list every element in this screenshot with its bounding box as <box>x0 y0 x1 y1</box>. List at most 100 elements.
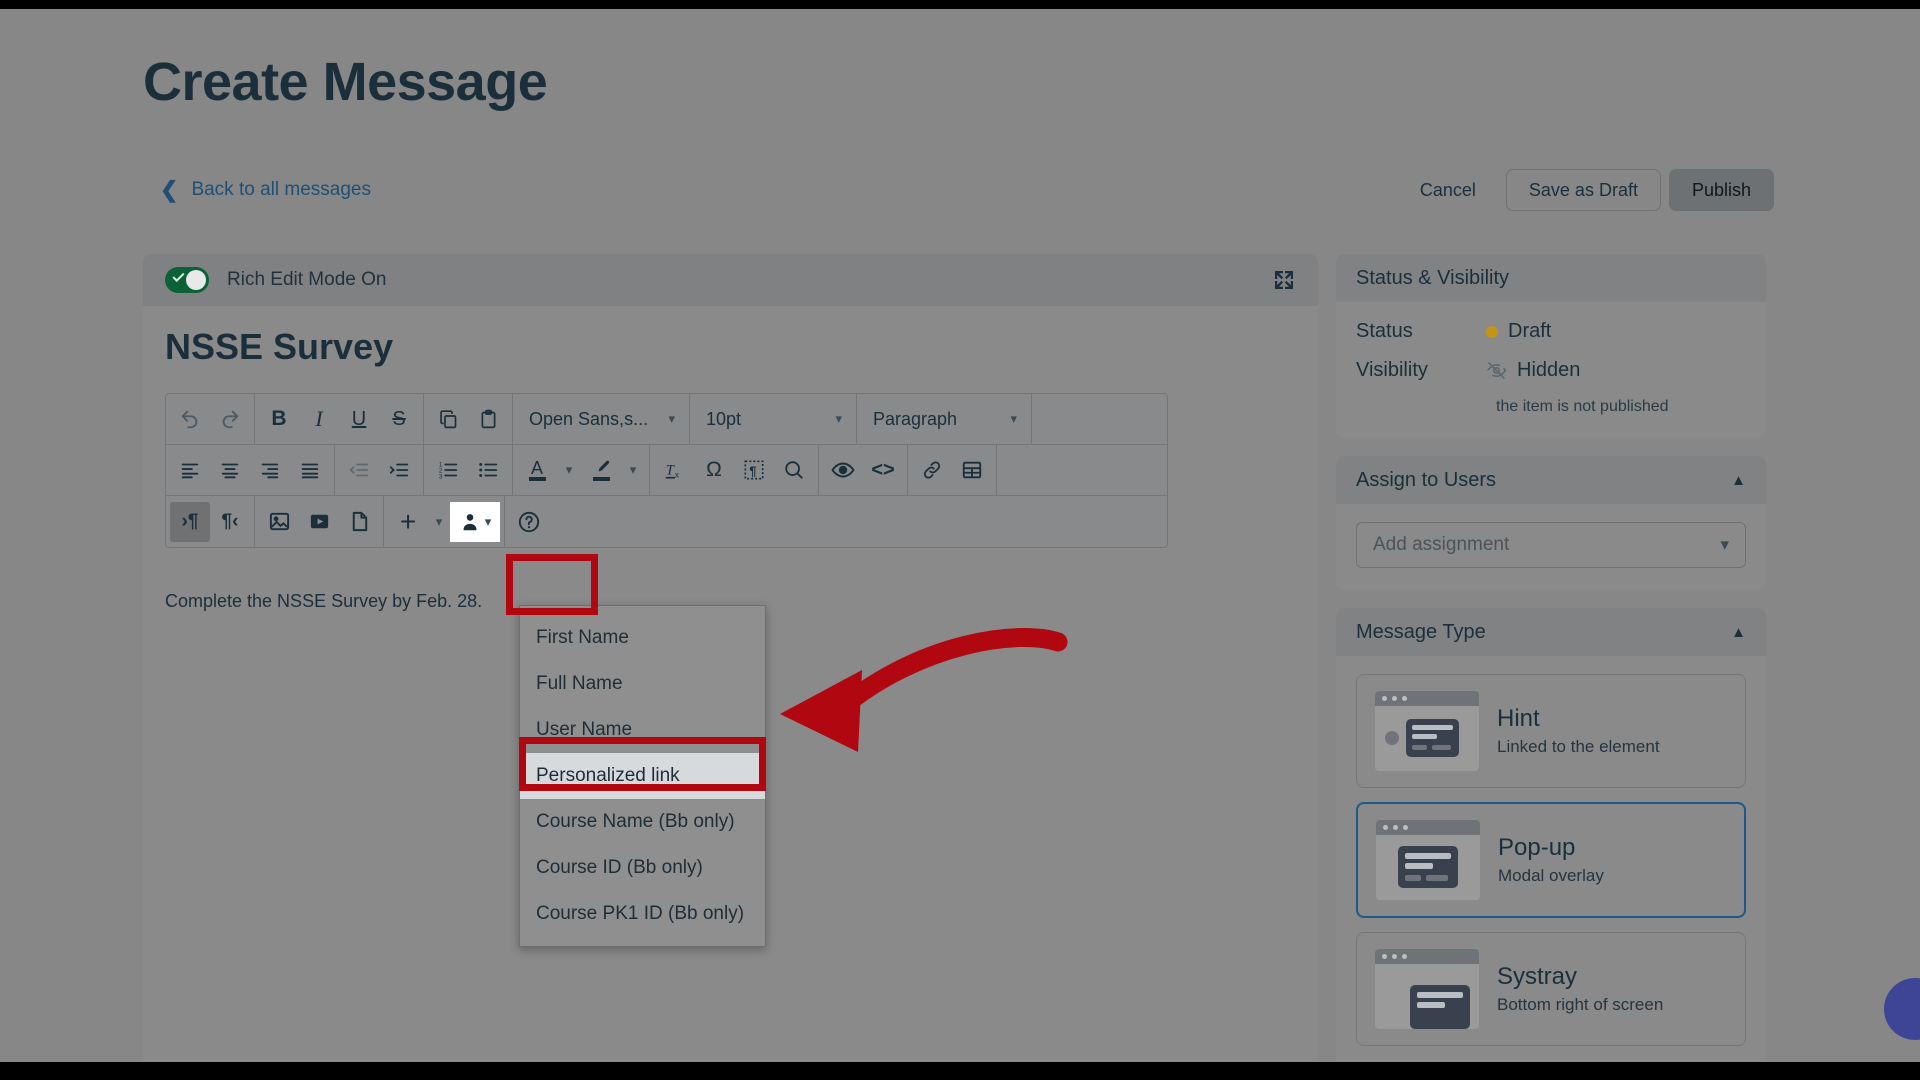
find-replace-icon[interactable] <box>774 450 814 490</box>
menu-item-course-pk1-id[interactable]: Course PK1 ID (Bb only) <box>520 891 765 937</box>
publish-button[interactable]: Publish <box>1668 169 1774 211</box>
italic-icon[interactable]: I <box>299 399 339 439</box>
page-canvas: Create Message ❮ Back to all messages Ca… <box>0 9 1920 1062</box>
insert-document-icon[interactable] <box>339 502 379 542</box>
insert-more-icon[interactable]: + <box>388 502 428 542</box>
save-as-draft-button[interactable]: Save as Draft <box>1505 169 1661 211</box>
rtl-direction-icon[interactable]: ¶‹ <box>210 502 250 542</box>
toolbar-row2-filler <box>997 445 1167 495</box>
insert-group <box>908 445 997 495</box>
menu-item-course-name[interactable]: Course Name (Bb only) <box>520 799 765 845</box>
undo-icon[interactable] <box>170 399 210 439</box>
rich-text-toolbar: B I U S Open Sans,s... ▾ 10pt ▾ Paragrap… <box>165 393 1168 548</box>
help-icon[interactable] <box>509 502 549 542</box>
text-color-letter: A <box>530 457 543 478</box>
svg-text:¶: ¶ <box>749 464 756 479</box>
systray-thumbnail-icon <box>1375 949 1479 1029</box>
hint-name: Hint <box>1497 705 1540 733</box>
bold-icon[interactable]: B <box>259 399 299 439</box>
font-size-select[interactable]: 10pt ▾ <box>694 399 852 439</box>
menu-item-personalized-link[interactable]: Personalized link <box>520 753 765 799</box>
popup-text-block: Pop-up Modal overlay <box>1498 834 1604 886</box>
message-type-option-hint[interactable]: Hint Linked to the element <box>1356 674 1746 788</box>
chevron-down-icon[interactable]: ▾ <box>557 450 581 490</box>
status-visibility-title: Status & Visibility <box>1356 266 1510 289</box>
preview-icon[interactable] <box>823 450 863 490</box>
source-code-icon[interactable]: <> <box>863 450 903 490</box>
chevron-down-icon: ▾ <box>668 411 675 426</box>
underline-icon[interactable]: U <box>339 399 379 439</box>
menu-item-full-name[interactable]: Full Name <box>520 661 765 707</box>
special-character-icon[interactable]: Ω <box>694 450 734 490</box>
align-center-icon[interactable] <box>210 450 250 490</box>
text-style-group: B I U S <box>255 394 424 444</box>
font-family-select[interactable]: Open Sans,s... ▾ <box>517 399 685 439</box>
menu-item-user-name[interactable]: User Name <box>520 707 765 753</box>
check-icon <box>172 269 185 283</box>
menu-item-first-name[interactable]: First Name <box>520 615 765 661</box>
visibility-value: Hidden <box>1517 359 1581 381</box>
font-size-value: 10pt <box>706 408 742 429</box>
message-type-option-systray[interactable]: Systray Bottom right of screen <box>1356 932 1746 1046</box>
strikethrough-icon[interactable]: S <box>379 399 419 439</box>
document-body-text[interactable]: Complete the NSSE Survey by Feb. 28. <box>165 591 482 612</box>
view-group: <> <box>819 445 908 495</box>
toolbar-row1-filler <box>1032 394 1167 444</box>
ltr-direction-icon[interactable]: ›¶ <box>170 501 210 542</box>
text-color-icon[interactable]: A <box>517 450 557 490</box>
hint-text-block: Hint Linked to the element <box>1497 705 1660 757</box>
help-group <box>505 496 553 547</box>
align-left-icon[interactable] <box>170 450 210 490</box>
rich-edit-mode-toggle[interactable] <box>165 267 209 293</box>
insert-video-icon[interactable] <box>299 502 339 542</box>
status-value: Draft <box>1508 320 1552 342</box>
alignment-group <box>166 445 335 495</box>
assign-to-users-card-header[interactable]: Assign to Users ▲ <box>1336 456 1766 504</box>
highlight-color-icon[interactable] <box>581 450 621 490</box>
block-format-select[interactable]: Paragraph ▾ <box>861 399 1027 439</box>
assign-to-users-card: Assign to Users ▲ Add assignment ▾ <box>1336 456 1766 590</box>
numbered-list-icon[interactable]: 123 <box>428 450 468 490</box>
message-type-card-header[interactable]: Message Type ▲ <box>1336 608 1766 656</box>
chevron-left-icon: ❮ <box>160 177 179 202</box>
merge-field-group: + ▾ ▾ <box>384 496 505 547</box>
chevron-down-icon[interactable]: ▾ <box>428 502 450 542</box>
cancel-button[interactable]: Cancel <box>1398 169 1498 211</box>
merge-field-person-button[interactable]: ▾ <box>450 501 500 542</box>
copy-icon[interactable] <box>428 399 468 439</box>
status-badge: Draft <box>1486 320 1551 343</box>
redo-icon[interactable] <box>210 399 250 439</box>
add-assignment-select[interactable]: Add assignment ▾ <box>1356 522 1746 568</box>
add-assignment-placeholder: Add assignment <box>1373 534 1510 555</box>
message-type-option-popup[interactable]: Pop-up Modal overlay <box>1356 802 1746 918</box>
insert-image-icon[interactable] <box>259 502 299 542</box>
outdent-icon[interactable] <box>339 450 379 490</box>
popup-desc: Modal overlay <box>1498 865 1604 885</box>
toolbar-row-2: 123 A ▾ ▾ T x Ω ¶ <> <box>166 445 1167 496</box>
fullscreen-expand-icon[interactable] <box>1272 268 1296 292</box>
header-actions: Cancel Save as Draft Publish <box>1398 169 1774 211</box>
show-invisible-characters-icon[interactable]: ¶ <box>734 450 774 490</box>
document-title[interactable]: NSSE Survey <box>165 326 393 368</box>
indent-group <box>335 445 424 495</box>
bullet-list-icon[interactable] <box>468 450 508 490</box>
insert-link-icon[interactable] <box>912 450 952 490</box>
visibility-label: Visibility <box>1356 359 1428 381</box>
align-justify-icon[interactable] <box>290 450 330 490</box>
insert-table-icon[interactable] <box>952 450 992 490</box>
back-to-all-messages-link[interactable]: ❮ Back to all messages <box>160 179 371 201</box>
toolbar-row-1: B I U S Open Sans,s... ▾ 10pt ▾ Paragrap… <box>166 394 1167 445</box>
help-launcher-button[interactable] <box>1884 978 1920 1040</box>
indent-icon[interactable] <box>379 450 419 490</box>
menu-item-course-id[interactable]: Course ID (Bb only) <box>520 845 765 891</box>
status-visibility-card-body: Status Draft Visibility Hidden the item … <box>1336 302 1766 438</box>
svg-text:3: 3 <box>439 473 443 480</box>
paste-icon[interactable] <box>468 399 508 439</box>
align-right-icon[interactable] <box>250 450 290 490</box>
media-group <box>255 496 384 547</box>
chevron-down-icon[interactable]: ▾ <box>621 450 645 490</box>
direction-group: ›¶ ¶‹ <box>166 496 255 547</box>
clear-formatting-icon[interactable]: Tx <box>654 450 694 490</box>
message-type-title: Message Type <box>1356 620 1486 643</box>
block-format-value: Paragraph <box>873 408 958 429</box>
